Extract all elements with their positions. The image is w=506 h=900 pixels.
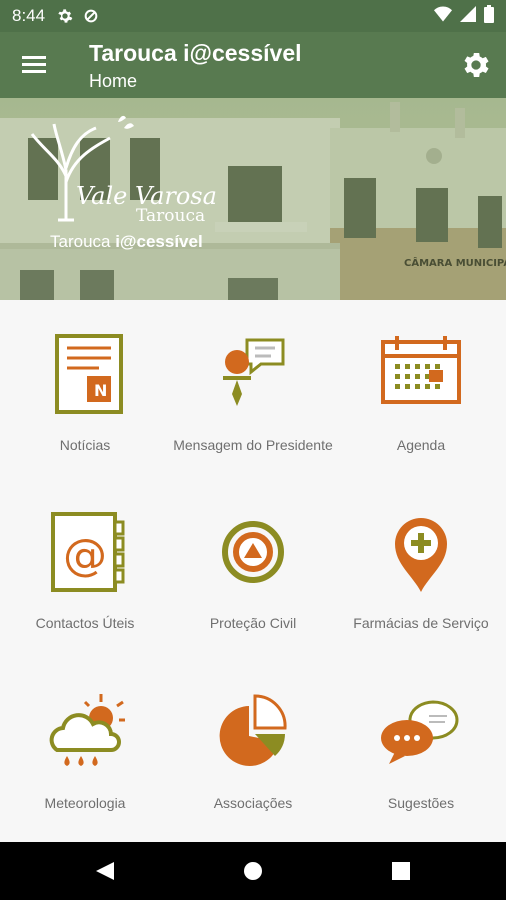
tile-label: Farmácias de Serviço: [353, 615, 489, 631]
hamburger-menu-icon[interactable]: [22, 53, 48, 75]
data-saver-icon: [83, 8, 99, 24]
brand-text: Tarouca i@cessível: [50, 232, 203, 251]
battery-icon: [484, 4, 494, 28]
status-bar: 8:44: [0, 0, 506, 32]
tile-label: Contactos Úteis: [35, 615, 135, 631]
pharmacy-pin-icon: [395, 518, 447, 592]
tile-mensagem-presidente[interactable]: Mensagem do Presidente: [169, 334, 337, 454]
tile-protecao-civil[interactable]: Proteção Civil: [169, 512, 337, 632]
speech-bubbles-icon: [381, 700, 459, 764]
svg-text:@: @: [63, 530, 107, 581]
signal-icon: [460, 5, 476, 27]
tile-label: Agenda: [396, 437, 446, 453]
tile-farmacias-servico[interactable]: Farmácias de Serviço: [337, 512, 505, 632]
pie-chart-icon: [219, 694, 287, 766]
tile-agenda[interactable]: Agenda: [337, 334, 505, 454]
app-bar: Tarouca i@cessível Home: [0, 32, 506, 98]
status-time: 8:44: [12, 6, 46, 25]
tile-contactos-uteis[interactable]: @ Contactos Úteis: [1, 512, 169, 632]
weather-icon: [49, 694, 125, 766]
gear-status-icon: [57, 8, 73, 24]
home-icon[interactable]: [242, 860, 268, 882]
tile-label: Meteorologia: [44, 795, 126, 811]
page-subtitle: Home: [89, 71, 138, 91]
tile-associacoes[interactable]: Associações: [169, 692, 337, 812]
tile-meteorologia[interactable]: Meteorologia: [1, 692, 169, 812]
logo-line2: Tarouca: [136, 206, 206, 226]
menu-grid: N Notícias Mensagem do Presidente Agenda…: [0, 300, 506, 842]
tile-label: Mensagem do Presidente: [173, 437, 333, 453]
newspaper-icon: N: [55, 334, 123, 414]
svg-text:N: N: [94, 381, 107, 400]
president-message-icon: [223, 338, 285, 406]
tile-sugestoes[interactable]: Sugestões: [337, 692, 505, 812]
system-nav-bar: [0, 842, 506, 900]
wifi-icon: [434, 6, 452, 27]
settings-gear-icon[interactable]: [460, 49, 492, 81]
tile-label: Proteção Civil: [209, 615, 297, 631]
contacts-book-icon: @: [51, 512, 125, 592]
tile-label: Sugestões: [387, 795, 455, 811]
calendar-icon: [381, 336, 461, 404]
tile-label: Associações: [213, 795, 293, 811]
civil-protection-icon: [222, 521, 284, 583]
tile-noticias[interactable]: N Notícias: [1, 334, 169, 454]
tile-label: Notícias: [59, 437, 111, 453]
header-banner: CÂMARA MUNICIPAL Vale Varosa Tarouca Tar…: [0, 98, 506, 300]
recents-icon[interactable]: [390, 860, 416, 882]
app-title: Tarouca i@cessível: [89, 40, 302, 66]
back-icon[interactable]: [94, 860, 120, 882]
